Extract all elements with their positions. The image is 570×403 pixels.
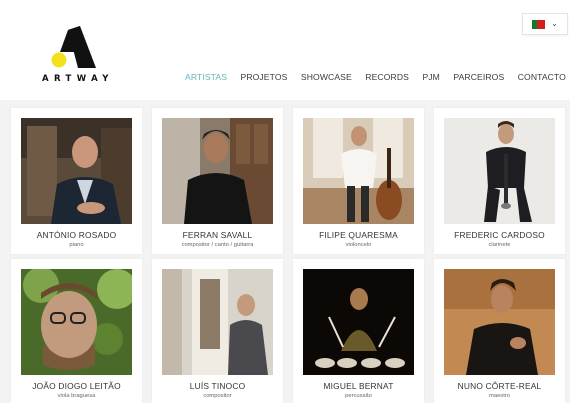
artist-name: NUNO CÔRTE-REAL: [457, 381, 542, 391]
nav-showcase[interactable]: SHOWCASE: [301, 72, 352, 82]
artist-card[interactable]: FILIPE QUARESMA violoncelo: [293, 108, 424, 254]
artist-photo: [21, 269, 132, 375]
nav-projetos[interactable]: PROJETOS: [240, 72, 287, 82]
main-nav: ARTISTAS PROJETOS SHOWCASE RECORDS PJM P…: [185, 72, 570, 82]
artist-card[interactable]: MIGUEL BERNAT percussão: [293, 259, 424, 403]
artist-role: maestro: [489, 393, 510, 399]
artist-name: FREDERIC CARDOSO: [454, 230, 545, 240]
artist-role: compositor / canto / guitarra: [181, 242, 254, 248]
artist-photo: [162, 118, 273, 224]
artist-photo: [444, 269, 555, 375]
artist-photo: [303, 118, 414, 224]
artist-card[interactable]: ANTÓNIO ROSADO piano: [11, 108, 142, 254]
language-selector[interactable]: ⌄: [522, 13, 568, 35]
artist-card[interactable]: FERRAN SAVALL compositor / canto / guita…: [152, 108, 283, 254]
artist-name: ANTÓNIO ROSADO: [36, 230, 117, 240]
chevron-down-icon: ⌄: [551, 19, 558, 28]
logo-mark-icon: [51, 26, 96, 68]
artist-role: violoncelo: [345, 242, 372, 248]
artist-card[interactable]: FREDERIC CARDOSO clarinete: [434, 108, 565, 254]
nav-pjm[interactable]: PJM: [422, 72, 440, 82]
artist-role: compositor: [203, 393, 232, 399]
artist-role: piano: [69, 242, 84, 248]
artist-photo: [303, 269, 414, 375]
artists-grid: ANTÓNIO ROSADO piano FERRAN SAVALL compo…: [0, 100, 570, 403]
artist-role: clarinete: [488, 242, 511, 248]
nav-contacto[interactable]: CONTACTO: [518, 72, 566, 82]
nav-records[interactable]: RECORDS: [365, 72, 409, 82]
artist-name: LUÍS TINOCO: [189, 381, 246, 391]
site-header: ARTWAY ⌄ ARTISTAS PROJETOS SHOWCASE RECO…: [0, 0, 570, 100]
artist-card[interactable]: JOÃO DIOGO LEITÃO viola braguesa: [11, 259, 142, 403]
artist-role: viola braguesa: [57, 393, 96, 399]
artist-name: FILIPE QUARESMA: [319, 230, 398, 240]
nav-parceiros[interactable]: PARCEIROS: [453, 72, 504, 82]
artist-name: JOÃO DIOGO LEITÃO: [32, 381, 121, 391]
artist-photo: [444, 118, 555, 224]
artist-role: percussão: [345, 393, 372, 399]
artist-card[interactable]: NUNO CÔRTE-REAL maestro: [434, 259, 565, 403]
nav-artistas[interactable]: ARTISTAS: [185, 72, 227, 82]
artist-name: MIGUEL BERNAT: [323, 381, 394, 391]
artway-logo[interactable]: ARTWAY: [38, 24, 108, 90]
artist-card[interactable]: LUÍS TINOCO compositor: [152, 259, 283, 403]
artist-name: FERRAN SAVALL: [182, 230, 253, 240]
flag-portugal-icon: [532, 19, 546, 29]
artist-photo: [162, 269, 273, 375]
logo-text: ARTWAY: [42, 74, 114, 84]
artist-photo: [21, 118, 132, 224]
